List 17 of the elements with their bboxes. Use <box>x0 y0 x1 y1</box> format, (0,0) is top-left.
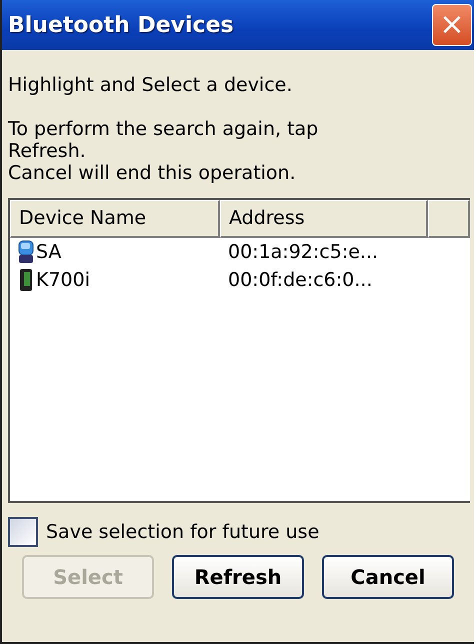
device-row[interactable]: K700i 00:0f:de:c6:0... <box>10 266 470 294</box>
table-cell-text: 00:1a:92:c5:e... <box>227 241 378 263</box>
table-cell: SA <box>36 241 62 263</box>
table-cell: K700i <box>36 269 90 291</box>
instruction-text: To perform the search again, tap Refresh. Cancel will end this operation. <box>8 118 320 184</box>
dialog-button[interactable]: Refresh <box>172 555 304 599</box>
device-row[interactable]: SA 00:1a:92:c5:e... <box>10 238 470 266</box>
checkbox[interactable] <box>8 517 38 547</box>
column-header[interactable]: Address <box>220 200 428 238</box>
dialog-button[interactable]: Cancel <box>322 555 454 599</box>
device-icon <box>18 240 34 264</box>
instruction-text: Highlight and Select a device. <box>8 74 294 96</box>
phone-icon <box>18 268 34 292</box>
checkbox-label: Save selection for future use <box>46 521 320 543</box>
table-cell-text: 00:0f:de:c6:0... <box>227 269 372 291</box>
column-header[interactable]: Device Name <box>10 200 220 238</box>
window-title: Bluetooth Devices <box>8 12 234 38</box>
